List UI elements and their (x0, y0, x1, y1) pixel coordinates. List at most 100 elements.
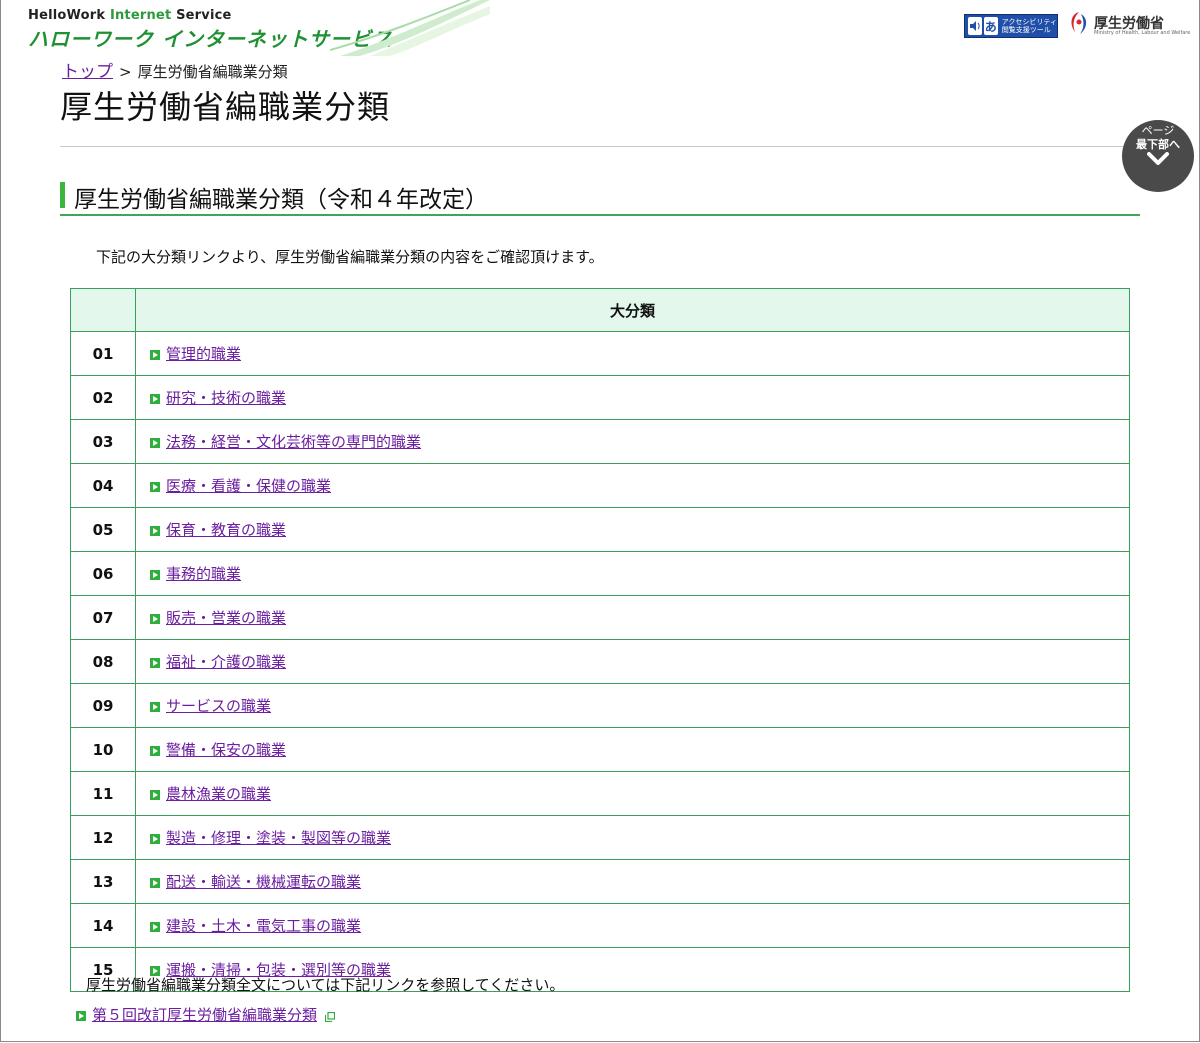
category-cell: 建設・土木・電気工事の職業 (135, 903, 1130, 948)
fulltext-link[interactable]: 第５回改訂厚生労働省編職業分類 (92, 1006, 317, 1024)
category-cell: 配送・輸送・機械運転の職業 (135, 859, 1130, 904)
category-cell: 警備・保安の職業 (135, 727, 1130, 772)
category-code: 14 (70, 903, 136, 948)
chevron-down-icon (1147, 152, 1169, 165)
external-window-icon (325, 1012, 336, 1022)
scroll-button-line1: ページ (1141, 124, 1175, 137)
breadcrumb-top-link[interactable]: トップ (62, 62, 113, 82)
table-row: 11 農林漁業の職業 (70, 771, 1130, 816)
category-cell: 研究・技術の職業 (135, 375, 1130, 420)
mhlw-logo[interactable]: 厚生労働省 Ministry of Health, Labour and Wel… (1066, 10, 1190, 36)
breadcrumb-separator: > (119, 63, 132, 81)
category-code: 12 (70, 815, 136, 860)
title-divider (60, 146, 1140, 147)
category-link[interactable]: 販売・営業の職業 (166, 609, 286, 627)
category-cell: 保育・教育の職業 (135, 507, 1130, 552)
page-title: 厚生労働省編職業分類 (60, 88, 391, 126)
category-link[interactable]: 警備・保安の職業 (166, 741, 286, 759)
intro-text: 下記の大分類リンクより、厚生労働省編職業分類の内容をご確認頂けます。 (96, 248, 604, 266)
category-cell: 福祉・介護の職業 (135, 639, 1130, 684)
category-cell: 農林漁業の職業 (135, 771, 1130, 816)
category-cell: 販売・営業の職業 (135, 595, 1130, 640)
category-link[interactable]: 医療・看護・保健の職業 (166, 477, 331, 495)
category-cell: 製造・修理・塗装・製図等の職業 (135, 815, 1130, 860)
link-arrow-icon (150, 438, 160, 448)
table-row: 04 医療・看護・保健の職業 (70, 463, 1130, 508)
link-arrow-icon (150, 746, 160, 756)
fulltext-link-row: 第５回改訂厚生労働省編職業分類 (76, 1004, 336, 1025)
link-arrow-icon (150, 350, 160, 360)
major-category-table: 大分類 01 管理的職業 02 研究・技術の職業 03 法務・経営・文化芸術等の専門的… (70, 288, 1130, 992)
accessibility-tool-label: アクセシビリティ 閲覧支援ツール (1001, 18, 1057, 34)
category-link[interactable]: 研究・技術の職業 (166, 389, 286, 407)
link-arrow-icon (150, 482, 160, 492)
category-link[interactable]: サービスの職業 (166, 697, 271, 715)
category-code: 10 (70, 727, 136, 772)
category-link[interactable]: 管理的職業 (166, 345, 241, 363)
category-cell: 法務・経営・文化芸術等の専門的職業 (135, 419, 1130, 464)
link-arrow-icon (150, 834, 160, 844)
category-cell: 事務的職業 (135, 551, 1130, 596)
breadcrumb-current: 厚生労働省編職業分類 (137, 63, 288, 81)
category-code: 13 (70, 859, 136, 904)
scroll-button-line2: 最下部へ (1136, 138, 1180, 151)
link-arrow-icon (150, 526, 160, 536)
fulltext-note: 厚生労働省編職業分類全文については下記リンクを参照してください。 (86, 976, 565, 994)
category-link[interactable]: 法務・経営・文化芸術等の専門的職業 (166, 433, 421, 451)
table-row: 08 福祉・介護の職業 (70, 639, 1130, 684)
category-code: 04 (70, 463, 136, 508)
table-row: 06 事務的職業 (70, 551, 1130, 596)
breadcrumb: トップ > 厚生労働省編職業分類 (62, 57, 288, 82)
table-row: 14 建設・土木・電気工事の職業 (70, 903, 1130, 948)
link-arrow-icon (150, 702, 160, 712)
link-arrow-icon (150, 614, 160, 624)
category-code: 05 (70, 507, 136, 552)
mhlw-emblem-icon (1071, 12, 1087, 34)
table-row: 13 配送・輸送・機械運転の職業 (70, 859, 1130, 904)
link-arrow-icon (150, 394, 160, 404)
category-link[interactable]: 事務的職業 (166, 565, 241, 583)
category-link[interactable]: 福祉・介護の職業 (166, 653, 286, 671)
section-heading-bar (60, 182, 65, 208)
link-arrow-icon (150, 878, 160, 888)
category-code: 08 (70, 639, 136, 684)
link-arrow-icon (150, 570, 160, 580)
link-arrow-icon (150, 658, 160, 668)
category-cell: 医療・看護・保健の職業 (135, 463, 1130, 508)
table-row: 07 販売・営業の職業 (70, 595, 1130, 640)
category-code: 02 (70, 375, 136, 420)
table-row: 05 保育・教育の職業 (70, 507, 1130, 552)
category-link[interactable]: 製造・修理・塗装・製図等の職業 (166, 829, 391, 847)
table-row: 03 法務・経営・文化芸術等の専門的職業 (70, 419, 1130, 464)
table-row: 09 サービスの職業 (70, 683, 1130, 728)
category-code: 09 (70, 683, 136, 728)
accessibility-tool-button[interactable]: あ アクセシビリティ 閲覧支援ツール (964, 14, 1058, 38)
category-link[interactable]: 配送・輸送・機械運転の職業 (166, 873, 361, 891)
speaker-icon (968, 17, 982, 35)
table-header-row: 大分類 (70, 288, 1130, 332)
table-row: 10 警備・保安の職業 (70, 727, 1130, 772)
table-row: 12 製造・修理・塗装・製図等の職業 (70, 815, 1130, 860)
table-header-code-cell (70, 288, 136, 332)
section-heading: 厚生労働省編職業分類（令和４年改定） (60, 178, 1140, 216)
category-link[interactable]: 農林漁業の職業 (166, 785, 271, 803)
category-code: 03 (70, 419, 136, 464)
table-header-label: 大分類 (135, 288, 1130, 332)
header-swoosh-decoration (330, 0, 490, 56)
category-cell: サービスの職業 (135, 683, 1130, 728)
table-row: 02 研究・技術の職業 (70, 375, 1130, 420)
category-code: 01 (70, 331, 136, 376)
category-cell: 管理的職業 (135, 331, 1130, 376)
link-arrow-icon (150, 922, 160, 932)
category-code: 07 (70, 595, 136, 640)
section-title: 厚生労働省編職業分類（令和４年改定） (74, 187, 488, 213)
category-code: 11 (70, 771, 136, 816)
link-arrow-icon (150, 790, 160, 800)
hiragana-icon: あ (983, 17, 998, 35)
mhlw-english-name: Ministry of Health, Labour and Welfare (1094, 30, 1191, 36)
table-row: 01 管理的職業 (70, 331, 1130, 376)
link-arrow-icon (76, 1011, 86, 1021)
category-link[interactable]: 建設・土木・電気工事の職業 (166, 917, 361, 935)
category-code: 06 (70, 551, 136, 596)
category-link[interactable]: 保育・教育の職業 (166, 521, 286, 539)
